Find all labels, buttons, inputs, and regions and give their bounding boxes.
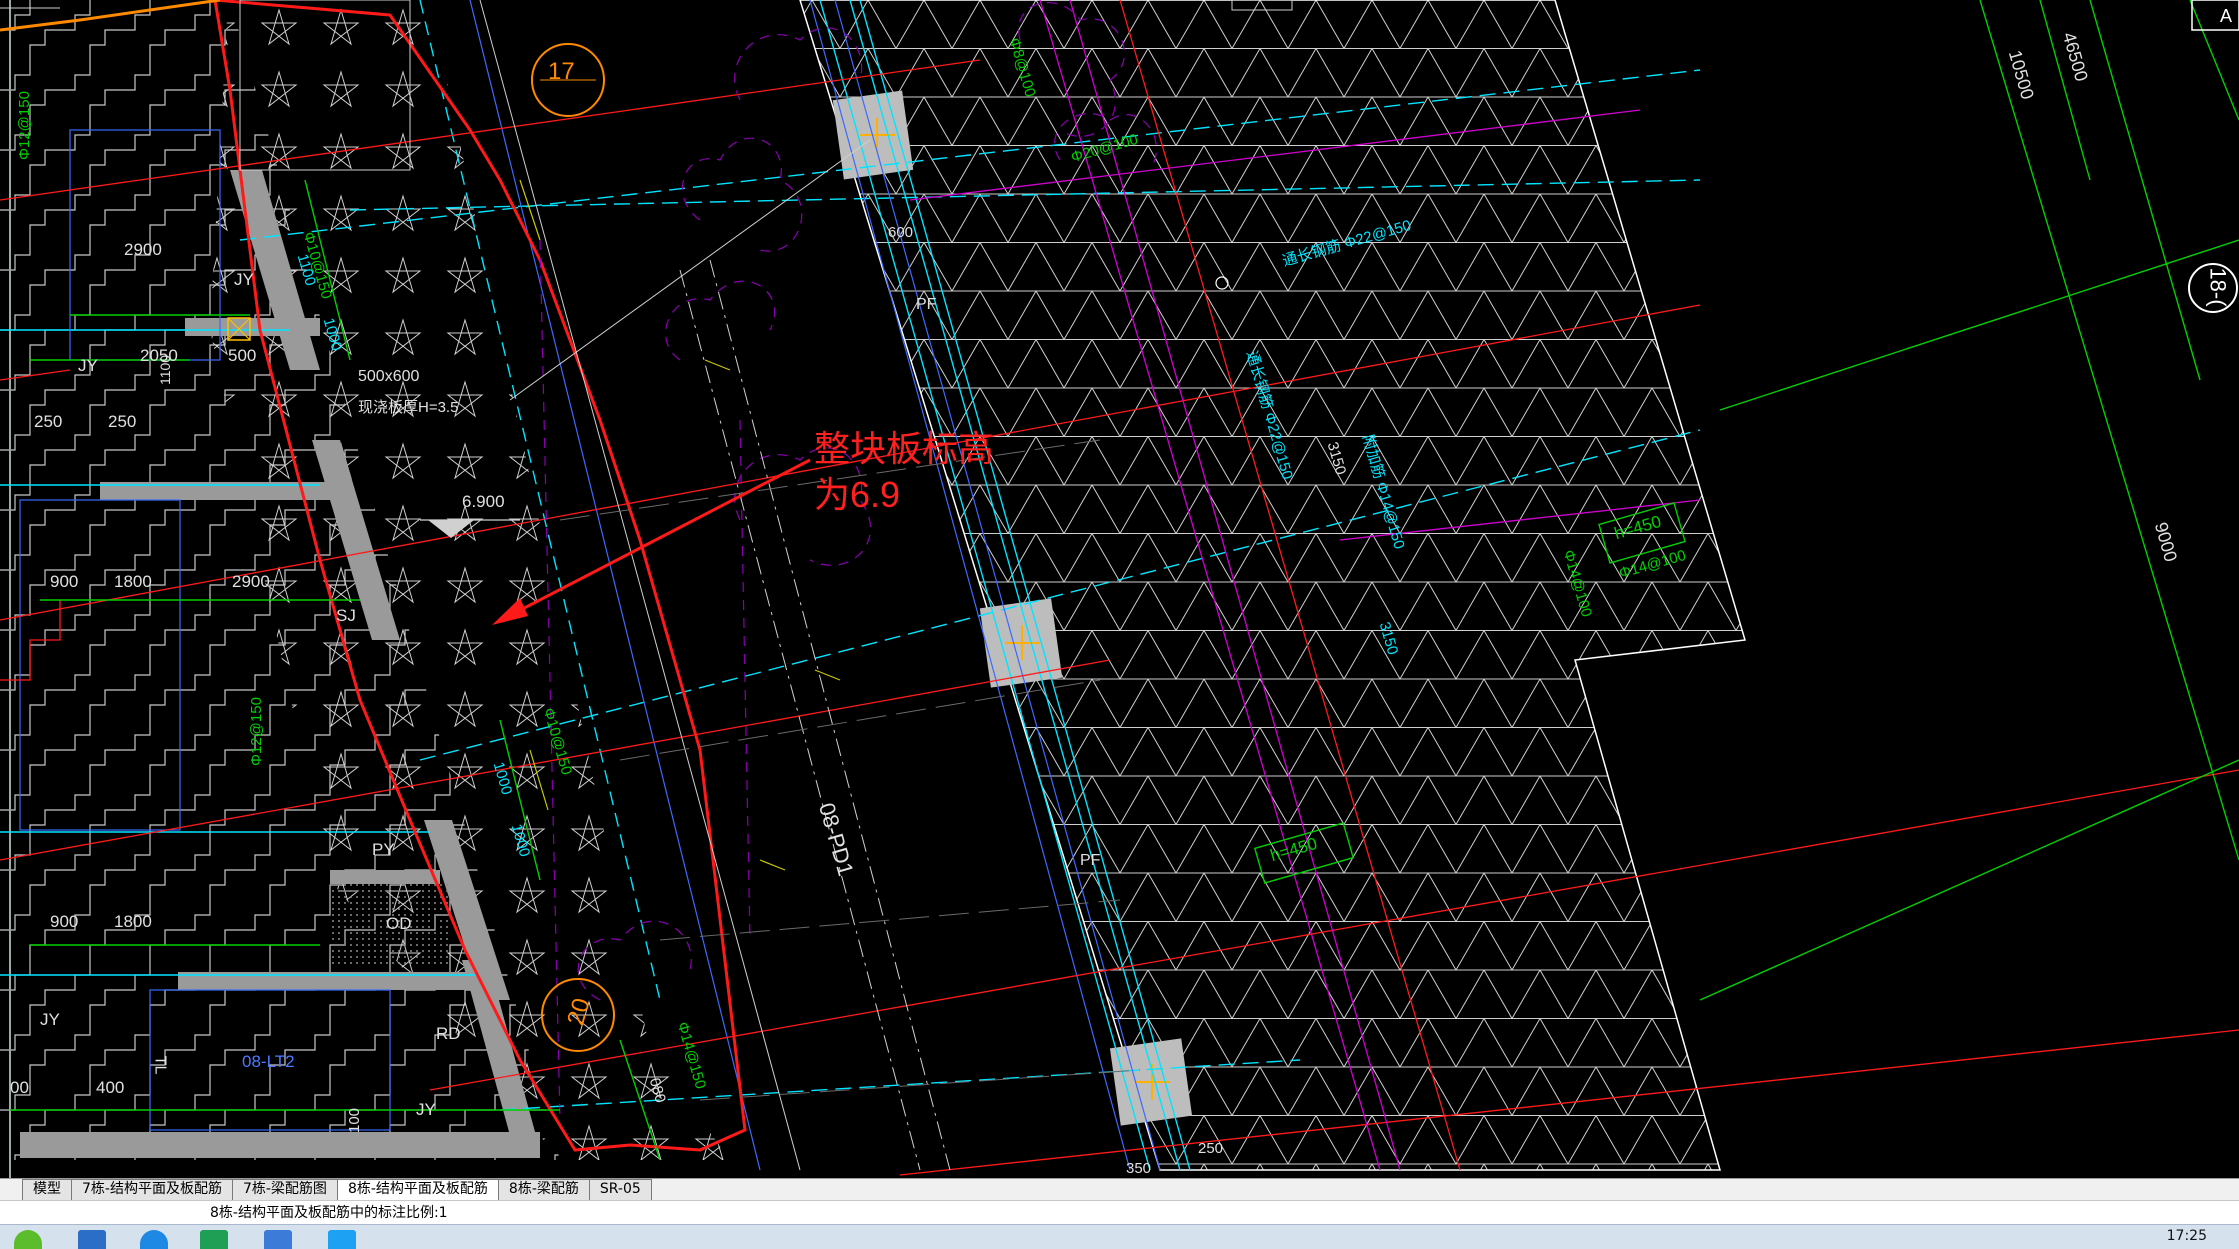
column-size: 500x600 bbox=[358, 368, 420, 385]
app-icon[interactable] bbox=[200, 1230, 228, 1249]
tab-sr-05[interactable]: SR-05 bbox=[588, 1179, 652, 1200]
dimension-text: 900 bbox=[50, 912, 79, 931]
tab-7-structure-plan[interactable]: 7栋-结构平面及板配筋 bbox=[71, 1179, 233, 1200]
dimension-text: 2900 bbox=[124, 240, 162, 259]
dimension-text: 250 bbox=[34, 412, 63, 431]
room-label: JY bbox=[416, 1100, 436, 1119]
tab-8-beam-rebar[interactable]: 8栋-梁配筋 bbox=[497, 1179, 590, 1200]
tab-model[interactable]: 模型 bbox=[22, 1179, 72, 1200]
beam-tag: PF bbox=[916, 296, 937, 313]
dimension-text: 1800 bbox=[114, 572, 152, 591]
room-label: SJ bbox=[336, 606, 356, 625]
room-label: TL bbox=[151, 1055, 169, 1075]
browser-icon[interactable] bbox=[140, 1230, 168, 1249]
axis-label-17: 17 bbox=[548, 58, 575, 85]
column-note: 现浇板厚H=3.5 bbox=[358, 399, 459, 416]
dimension-text: 400 bbox=[96, 1078, 125, 1097]
dimension-text: 250 bbox=[1198, 1140, 1224, 1157]
annotation-text-line2: 为6.9 bbox=[814, 474, 901, 515]
dimension-text: 350 bbox=[1126, 1160, 1152, 1177]
app-icon[interactable] bbox=[264, 1230, 292, 1249]
room-label: 08-LT2 bbox=[242, 1052, 295, 1071]
cad-drawing-canvas[interactable] bbox=[0, 0, 2239, 1178]
app-icon[interactable] bbox=[14, 1230, 42, 1249]
axis-label-a: A bbox=[2220, 6, 2233, 26]
annotation-text-line1: 整块板标高 bbox=[814, 428, 995, 469]
windows-taskbar: 17:25 bbox=[0, 1224, 2239, 1249]
rebar-label: Φ12@150 bbox=[248, 697, 265, 766]
app-icon[interactable] bbox=[78, 1230, 106, 1249]
taskbar-clock[interactable]: 17:25 bbox=[2167, 1228, 2207, 1244]
room-label: JY bbox=[40, 1010, 60, 1029]
app-icon[interactable] bbox=[328, 1230, 356, 1249]
room-label: JY bbox=[234, 270, 254, 289]
dimension-text: 1100 bbox=[157, 354, 174, 386]
dimension-text: 100 bbox=[346, 1107, 364, 1134]
command-line-status: 8栋-结构平面及板配筋中的标注比例:1 bbox=[0, 1200, 2239, 1224]
dimension-text: 1800 bbox=[114, 912, 152, 931]
tab-7-beam-rebar[interactable]: 7栋-梁配筋图 bbox=[231, 1179, 338, 1200]
dimension-text: 00 bbox=[10, 1078, 29, 1097]
rebar-label: Φ12@150 bbox=[16, 91, 33, 160]
room-label: JY bbox=[78, 356, 98, 375]
dimension-text: 600 bbox=[888, 224, 914, 241]
tab-8-structure-plan[interactable]: 8栋-结构平面及板配筋 bbox=[336, 1179, 499, 1200]
dimension-text: 500 bbox=[228, 346, 257, 365]
layout-tab-bar: 模型 7栋-结构平面及板配筋 7栋-梁配筋图 8栋-结构平面及板配筋 8栋-梁配… bbox=[0, 1178, 2239, 1200]
axis-label-18: 18-( bbox=[2205, 267, 2231, 307]
room-label: OD bbox=[386, 914, 412, 933]
beam-tag: PF bbox=[1080, 852, 1101, 869]
room-label: RD bbox=[436, 1024, 461, 1043]
dimension-text: 900 bbox=[50, 572, 79, 591]
dimension-text: 250 bbox=[108, 412, 137, 431]
room-label: PY bbox=[372, 840, 395, 859]
elevation-text: 6.900 bbox=[462, 492, 505, 511]
dimension-text: 2900 bbox=[232, 572, 270, 591]
